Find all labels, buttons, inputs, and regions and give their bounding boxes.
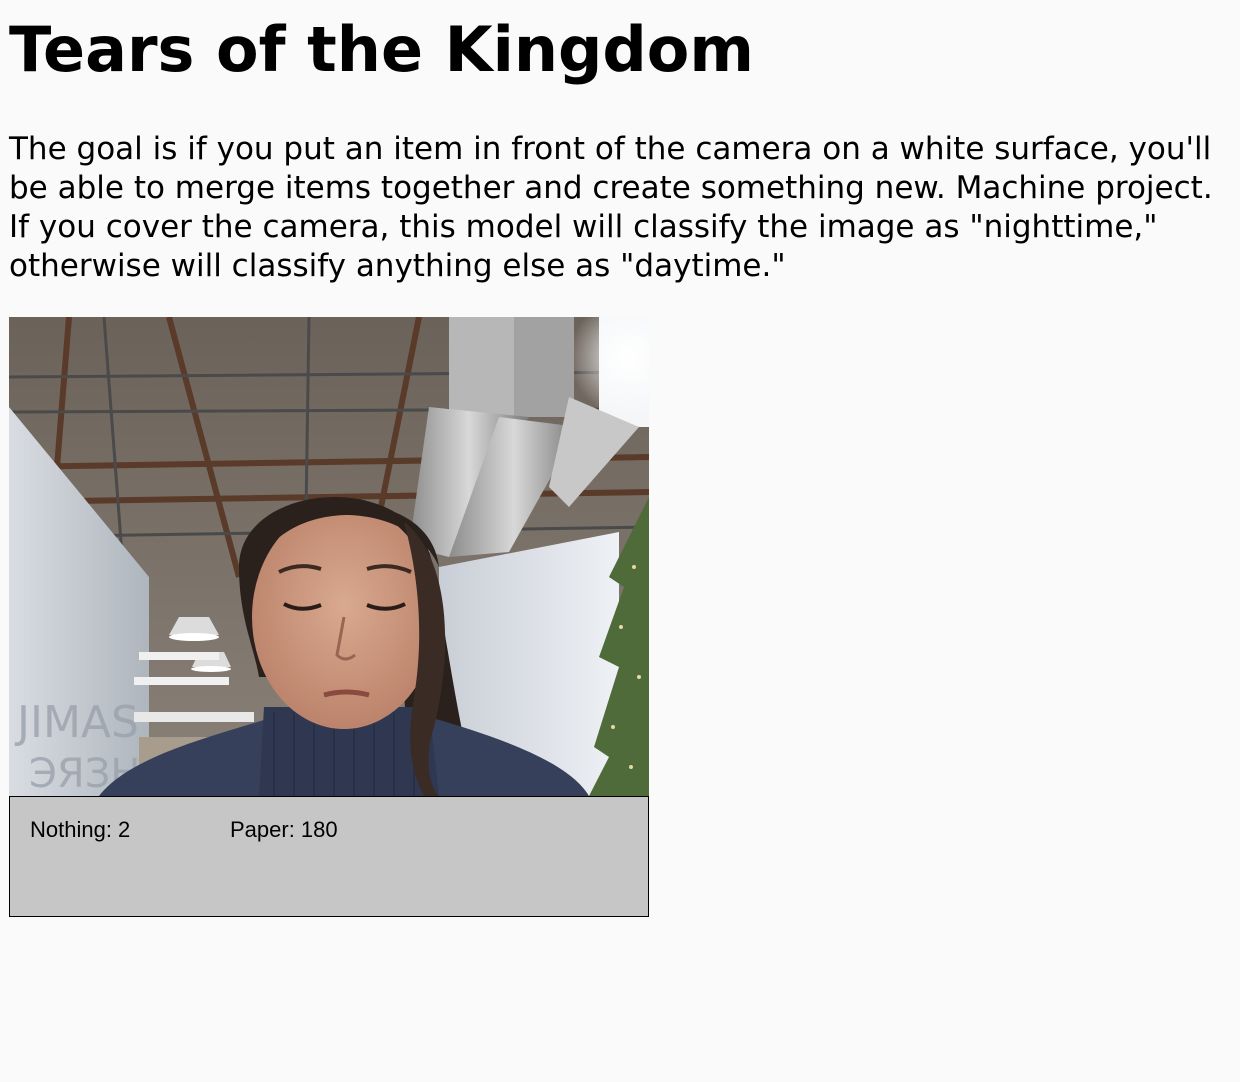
page-title: Tears of the Kingdom [9, 13, 754, 86]
paper-count-label: Paper: 180 [230, 817, 338, 842]
svg-text:JIMAS: JIMAS [14, 697, 139, 748]
page-description: The goal is if you put an item in front … [9, 131, 1213, 284]
webcam-video-feed-icon: JIMAS ЭЯЗН [9, 317, 649, 796]
camera-video-feed: JIMAS ЭЯЗН [9, 317, 649, 796]
nothing-count-label: Nothing: 2 [30, 817, 131, 842]
classifier-results-panel: Nothing: 2 Paper: 180 [9, 796, 649, 917]
